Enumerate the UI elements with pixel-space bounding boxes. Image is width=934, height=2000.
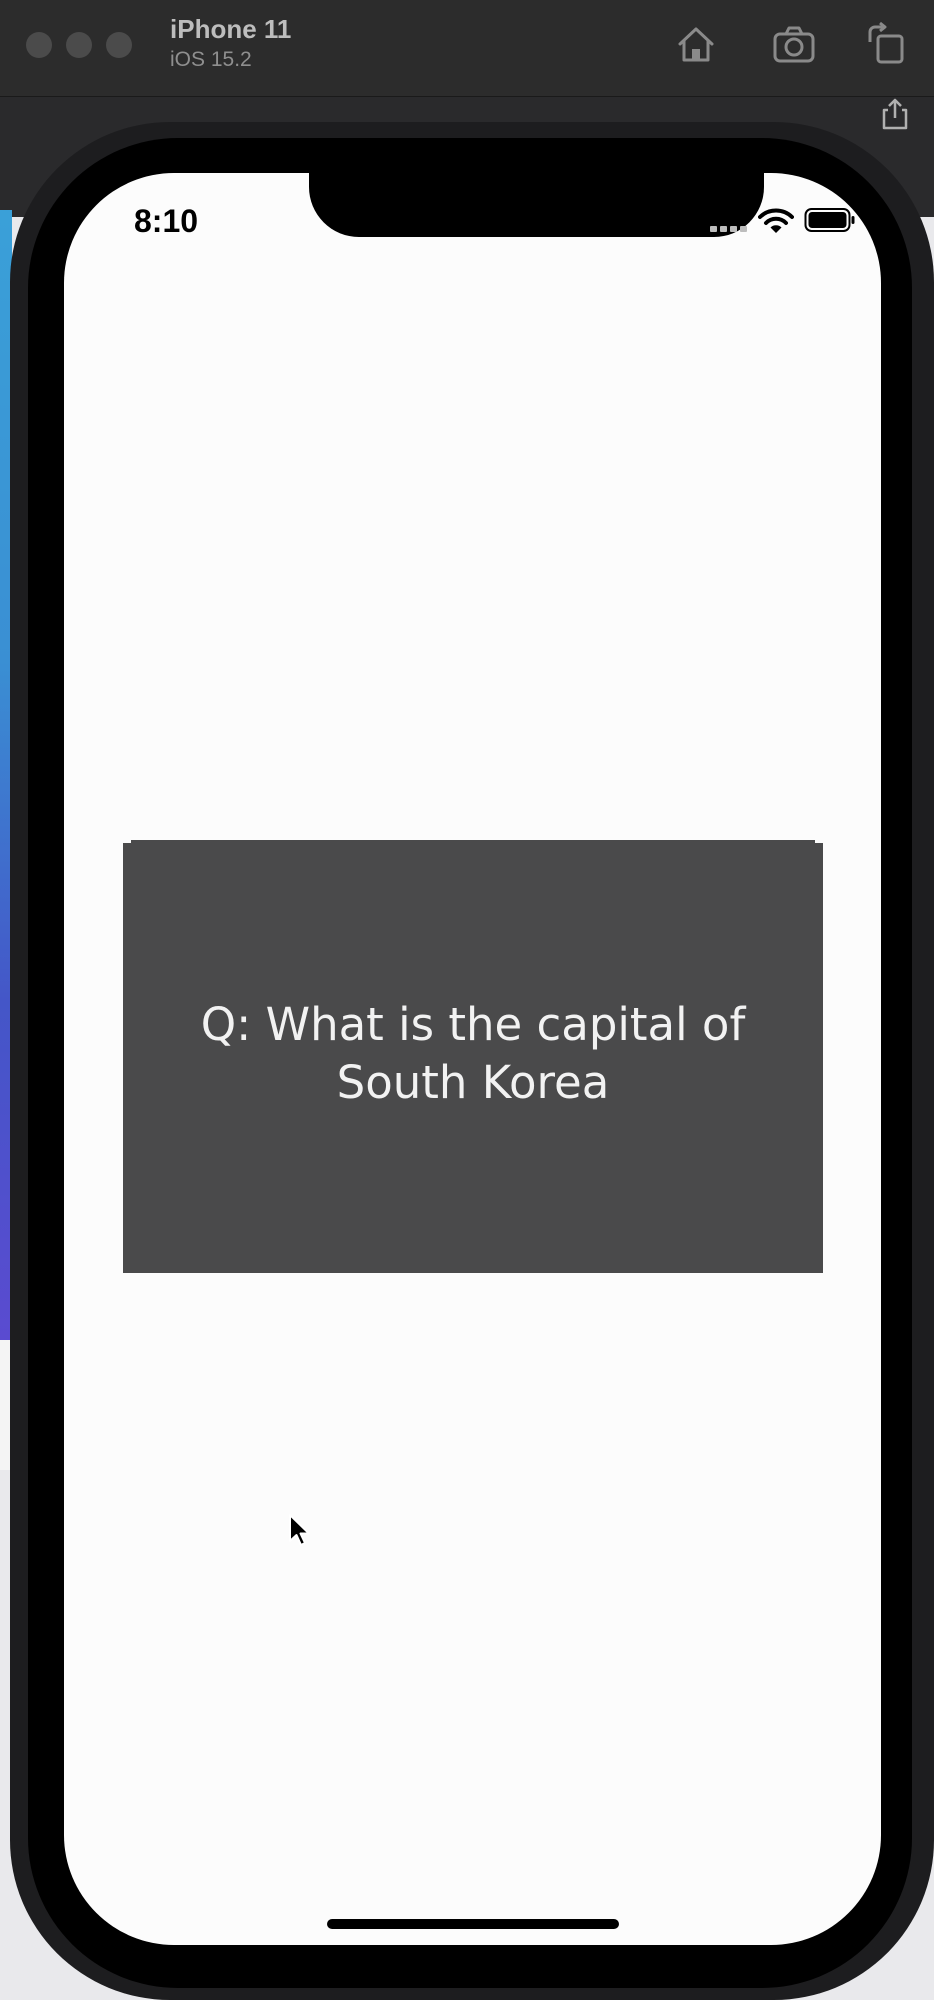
camera-notch bbox=[309, 173, 764, 237]
simulator-window: iPhone 11 iOS 15.2 8:10 Q: What is the c… bbox=[0, 0, 934, 2000]
wifi-icon bbox=[758, 208, 794, 233]
device-name: iPhone 11 bbox=[170, 14, 292, 44]
minimize-window-button[interactable] bbox=[66, 32, 92, 58]
flashcard-edge bbox=[131, 840, 815, 844]
close-window-button[interactable] bbox=[26, 32, 52, 58]
rotate-icon[interactable] bbox=[862, 20, 910, 68]
zoom-window-button[interactable] bbox=[106, 32, 132, 58]
status-bar-time: 8:10 bbox=[134, 203, 199, 239]
flashcard[interactable]: Q: What is the capital of South Korea bbox=[123, 840, 823, 1273]
share-icon[interactable] bbox=[878, 96, 912, 132]
device-screen: 8:10 Q: What is the capital of South Kor… bbox=[64, 173, 881, 1945]
home-indicator[interactable] bbox=[327, 1919, 619, 1929]
battery-icon bbox=[804, 208, 855, 232]
home-icon[interactable] bbox=[672, 20, 720, 68]
camera-icon[interactable] bbox=[770, 20, 818, 68]
mouse-cursor-icon bbox=[289, 1514, 310, 1546]
simulator-titlebar: iPhone 11 iOS 15.2 bbox=[0, 0, 934, 97]
cellular-signal-icon bbox=[710, 226, 747, 232]
flashcard-question: Q: What is the capital of South Korea bbox=[200, 998, 746, 1109]
os-version: iOS 15.2 bbox=[170, 48, 252, 71]
